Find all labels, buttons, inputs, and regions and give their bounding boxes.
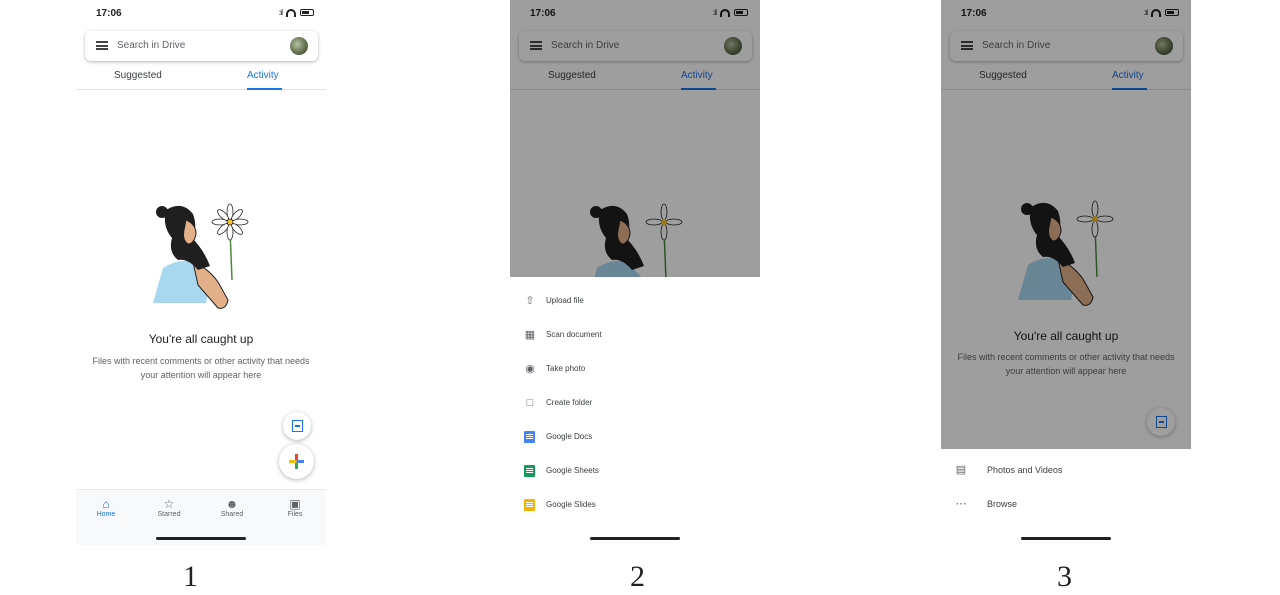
nav-label: Shared [220,511,244,518]
sheet-item-label: Photos and Videos [987,465,1063,475]
sheet-item-folder[interactable]: □ Create folder [510,394,760,414]
sheet-item-browse[interactable]: ⋯ Browse [941,495,1191,515]
nav-label: Starred [157,511,181,518]
people-icon: ☻ [225,497,239,511]
new-fab-button[interactable] [279,444,314,479]
scan-icon: ▦ [524,329,536,341]
sheet-item-label: Browse [987,499,1018,509]
new-item-sheet: ⇧ Upload file ▦ Scan document ◉ Take pho… [510,277,760,545]
sheet-item-photo[interactable]: ◉ Take photo [510,360,760,380]
home-icon: ⌂ [102,497,110,511]
step-caption-1: 1 [183,560,198,593]
screen-1: 17:06 :ıl Search in Drive Suggested Acti… [76,0,326,545]
menu-icon[interactable] [96,41,108,50]
nav-files[interactable]: ▣ Files [270,497,320,518]
sheet-item-photos[interactable]: ▤ Photos and Videos [941,461,1191,481]
step-caption-3: 3 [1057,560,1072,593]
sheet-item-label: Create folder [546,398,593,407]
sheet-item-label: Google Docs [546,432,593,441]
signal-icon: :ıl [278,8,283,17]
nav-label: Home [96,511,116,518]
avatar[interactable] [290,37,308,55]
sheet-item-scan[interactable]: ▦ Scan document [510,326,760,346]
scrim[interactable] [510,0,760,277]
status-bar: 17:06 :ıl [76,6,326,22]
home-indicator [1021,537,1111,540]
screen-3: 17:06 :ıl Search in Drive Suggested Acti… [941,0,1191,545]
tab-suggested[interactable]: Suggested [114,70,162,81]
folder-icon: ▣ [289,497,301,511]
nav-starred[interactable]: ☆ Starred [144,497,194,518]
sheet-item-upload[interactable]: ⇧ Upload file [510,292,760,312]
sheet-item-label: Upload file [546,296,584,305]
folder-icon: □ [526,397,534,409]
upload-icon: ⇧ [525,295,535,307]
search-bar[interactable]: Search in Drive [85,31,318,61]
battery-icon [300,9,314,16]
woman-with-flower-illustration [153,203,249,309]
nav-home[interactable]: ⌂ Home [81,497,131,518]
tab-indicator [247,88,282,90]
home-indicator [156,537,246,540]
step-caption-2: 2 [630,560,645,593]
empty-state-body: Files with recent comments or other acti… [92,356,310,380]
nav-label: Files [287,511,303,518]
status-time: 17:06 [96,8,122,19]
sheet-item-label: Google Slides [546,500,596,509]
bottom-nav: ⌂ Home ☆ Starred ☻ Shared ▣ Files [76,489,326,545]
photos-icon: ▤ [955,464,967,476]
empty-state-title: You're all caught up [148,332,254,346]
slides-icon [524,499,536,511]
home-indicator [590,537,680,540]
sheet-item-sheets[interactable]: Google Sheets [510,462,760,482]
sheet-item-label: Scan document [546,330,602,339]
scan-fab-button[interactable] [283,412,311,440]
status-icons: :ıl [279,8,314,17]
sheet-item-label: Take photo [546,364,586,373]
wifi-icon [286,8,296,17]
more-icon: ⋯ [955,498,967,510]
sheet-item-label: Google Sheets [546,466,599,475]
docs-icon [524,431,536,443]
upload-source-sheet: ▤ Photos and Videos ⋯ Browse [941,449,1191,545]
scrim[interactable] [941,0,1191,449]
scan-icon [292,420,303,432]
tab-activity[interactable]: Activity [247,70,279,81]
nav-shared[interactable]: ☻ Shared [207,497,257,518]
sheet-item-docs[interactable]: Google Docs [510,428,760,448]
camera-icon: ◉ [525,363,535,375]
screen-2: 17:06 :ıl Search in Drive Suggested Acti… [510,0,760,545]
star-icon: ☆ [163,497,175,511]
tab-bar: Suggested Activity [76,66,326,90]
sheets-icon [524,465,536,477]
sheet-item-slides[interactable]: Google Slides [510,496,760,516]
search-placeholder[interactable]: Search in Drive [117,40,185,51]
